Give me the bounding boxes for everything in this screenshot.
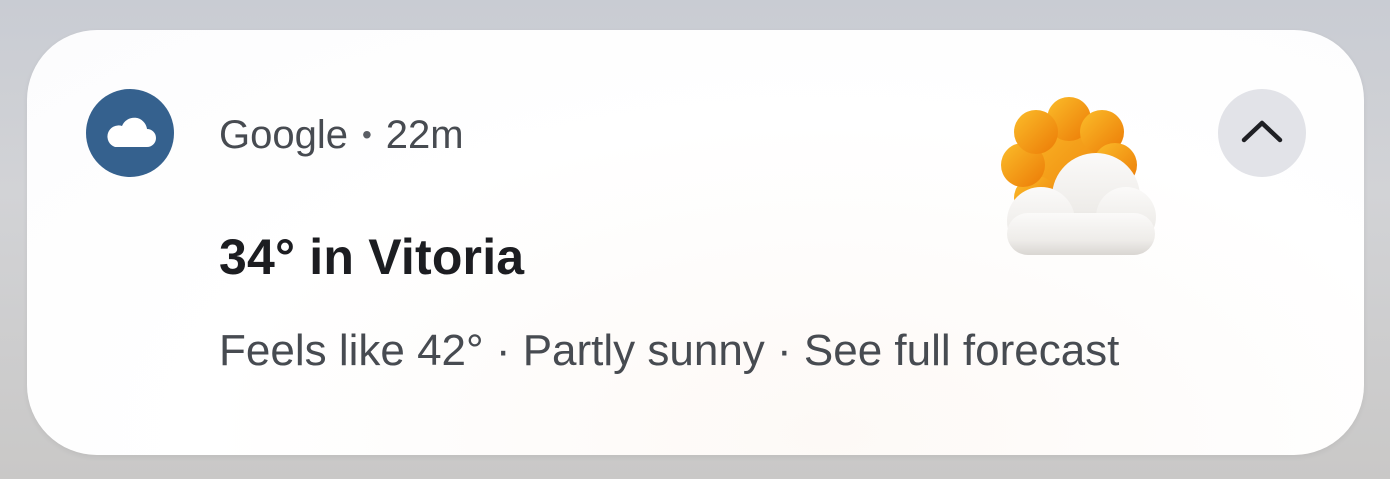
app-name: Google bbox=[219, 112, 348, 157]
notification-header: Google • 22m bbox=[219, 112, 464, 158]
notification-body[interactable]: Feels like 42° · Partly sunny · See full… bbox=[219, 326, 1119, 376]
partly-sunny-icon bbox=[986, 95, 1162, 265]
notification-title: 34° in Vitoria bbox=[219, 229, 525, 285]
header-separator: • bbox=[361, 119, 372, 150]
notification-time: 22m bbox=[385, 112, 464, 157]
cloud-icon bbox=[86, 89, 174, 177]
collapse-button[interactable] bbox=[1218, 89, 1306, 177]
chevron-up-icon bbox=[1240, 118, 1284, 149]
